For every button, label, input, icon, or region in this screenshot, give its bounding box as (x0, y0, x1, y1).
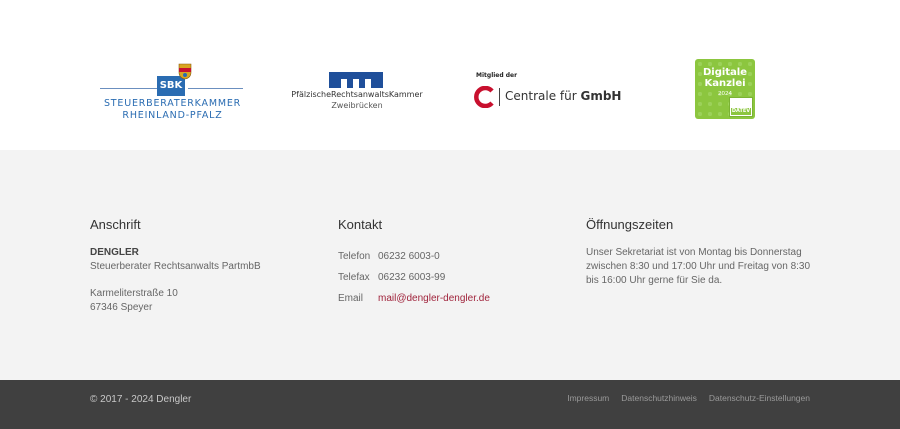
prak-name: PfälzischeRechtsanwaltsKammer (291, 90, 423, 99)
impressum-link[interactable]: Impressum (567, 393, 609, 403)
fax-label: Telefax (338, 272, 370, 283)
company-subtitle: Steuerberater Rechtsanwalts PartmbB (90, 261, 261, 272)
legal-links: Impressum Datenschutzhinweis Datenschutz… (567, 393, 810, 403)
crest-icon (178, 63, 192, 80)
member-label: Mitglied der (476, 72, 518, 79)
company-name: DENGLER (90, 247, 139, 258)
datev-label: DATEV (731, 108, 751, 115)
centrale-name-regular: Centrale für (505, 89, 581, 103)
prak-city: Zweibrücken (331, 101, 383, 110)
badge-line2: Kanzlei (704, 78, 746, 89)
sbk-logo[interactable]: SBK STEUERBERATERKAMMER RHEINLAND-PFALZ (100, 62, 245, 126)
sbk-name-line2: RHEINLAND-PFALZ (122, 110, 223, 121)
digitale-kanzlei-badge[interactable]: Digitale Kanzlei 2024 DATEV (695, 59, 755, 119)
divider (499, 88, 500, 106)
email-row: Email mail@dengler-dengler.de (338, 288, 548, 309)
datenschutz-einstellungen-link[interactable]: Datenschutz-Einstellungen (709, 393, 810, 403)
email-label: Email (338, 293, 364, 304)
bottom-bar: © 2017 - 2024 Dengler Impressum Datensch… (0, 380, 900, 429)
email-link[interactable]: mail@dengler-dengler.de (378, 293, 490, 304)
city-address: 67346 Speyer (90, 302, 153, 313)
phone-label: Telefon (338, 251, 371, 262)
oeffnungszeiten-section: Öffnungszeiten Unser Sekretariat ist von… (586, 217, 816, 288)
fax-row: Telefax 06232 6003-99 (338, 267, 548, 288)
phone-value[interactable]: 06232 6003-0 (378, 251, 440, 262)
centrale-name: Centrale für GmbH (505, 89, 621, 103)
rechtsanwaltskammer-logo[interactable]: PfälzischeRechtsanwaltsKammer Zweibrücke… (286, 72, 428, 122)
kontakt-section: Kontakt Telefon 06232 6003-0 Telefax 062… (338, 217, 548, 309)
kontakt-heading: Kontakt (338, 217, 383, 232)
datenschutzhinweis-link[interactable]: Datenschutzhinweis (621, 393, 697, 403)
c-logo-icon (474, 86, 494, 108)
street-address: Karmeliterstraße 10 (90, 288, 178, 299)
opening-hours-text: Unser Sekretariat ist von Montag bis Don… (586, 247, 811, 286)
header-bar (0, 0, 900, 32)
chamber-icon (329, 72, 383, 88)
anschrift-section: Anschrift DENGLER Steuerberater Rechtsan… (90, 217, 300, 315)
badge-line1: Digitale (702, 67, 748, 78)
anschrift-heading: Anschrift (90, 217, 141, 232)
oeffnungszeiten-heading: Öffnungszeiten (586, 217, 674, 232)
sbk-name-line1: STEUERBERATERKAMMER (103, 98, 242, 109)
divider (188, 88, 243, 89)
partner-logos: SBK STEUERBERATERKAMMER RHEINLAND-PFALZ … (0, 32, 900, 150)
centrale-gmbh-logo[interactable]: Mitglied der Centrale für GmbH (474, 72, 621, 112)
divider (100, 88, 157, 89)
phone-row: Telefon 06232 6003-0 (338, 246, 548, 267)
datev-badge: DATEV (729, 97, 753, 117)
fax-value: 06232 6003-99 (378, 272, 446, 283)
copyright: © 2017 - 2024 Dengler (90, 394, 192, 405)
centrale-name-bold: GmbH (580, 89, 622, 103)
